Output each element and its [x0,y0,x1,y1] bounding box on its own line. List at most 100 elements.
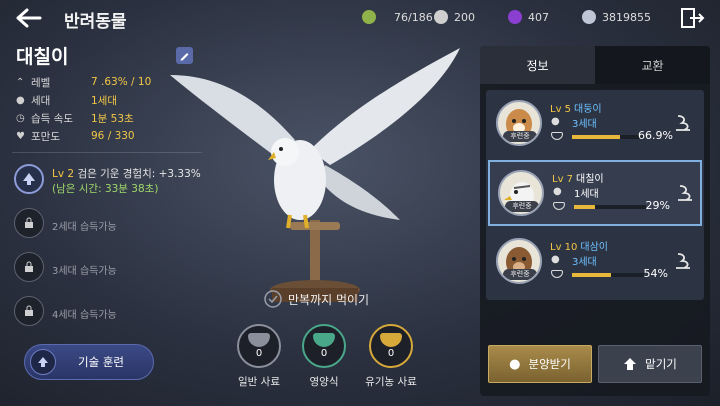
feed-item-nutrition[interactable]: 0 영양식 [298,324,350,389]
skill-active-desc: Lv 2 검은 기운 경험치: +3.33% [52,166,201,181]
pet-card-level: Lv 5 대둥이 [550,104,602,115]
stat-label: 포만도 [31,130,60,143]
satiety-percent: 54% [643,267,668,280]
pet-card-generation: 3세대 [572,257,597,268]
skill-locked-label: 4세대 습득가능 [52,310,117,321]
divider [12,152,202,153]
skill-slot-locked[interactable] [14,296,44,326]
resource-currency: 3819855 [582,9,651,25]
skill-level: Lv 2 [52,168,75,180]
food-bowl-icon [248,333,270,347]
lock-icon [25,305,33,316]
stat-level: ⌃ 레벨 7 .63% / 10 [16,74,151,90]
resource-value: 76/186 [394,10,433,24]
stat-value: 1세대 [91,94,118,107]
paw-icon: ● [16,94,25,106]
skill-slot-locked[interactable] [14,208,44,238]
pet-name: 대칠이 [16,46,69,68]
feed-count: 0 [320,348,328,359]
feed-item-organic[interactable]: 0 유기농 사료 [365,324,417,389]
release-button[interactable] [672,112,694,134]
adopt-button[interactable]: ● 분양받기 [488,345,592,383]
skill-slot-active[interactable] [14,164,44,194]
resource-pet-slots: 76/186 [362,9,433,25]
stat-value: 7 .63% / 10 [91,76,152,88]
exit-door-icon [681,8,705,28]
release-icon [676,253,690,269]
satiety-fill [572,273,611,277]
training-tag: 후련중 [503,269,537,280]
back-arrow-icon [16,8,42,28]
level-icon: ⌃ [16,76,25,88]
resource-value: 407 [528,10,549,24]
skill-training-button[interactable]: 기술 훈련 [24,344,154,380]
feed-name: 유기농 사료 [365,376,417,388]
paw-icon: ● [551,254,560,265]
feed-name: 일반 사료 [238,376,280,388]
release-icon [678,185,692,201]
feed-count: 0 [255,348,263,359]
resource-silver: 200 [434,9,475,25]
deposit-button[interactable]: 맡기기 [598,345,702,383]
feed-count: 0 [387,348,395,359]
feed-slot: 0 [369,324,413,368]
training-up-icon [30,349,56,375]
satiety-fill [574,205,595,209]
pet-card-generation: 1세대 [574,189,599,200]
stat-satiety: ♥ 포만도 96 / 330 [16,128,135,144]
stat-generation: ● 세대 1세대 [16,92,117,108]
pet-slot-icon [362,10,376,24]
satiety-fill [572,135,621,139]
top-bar: 반려동물 76/186 200 407 3819855 [0,0,720,36]
skill-slot-locked[interactable] [14,252,44,282]
paw-icon: ● [553,186,562,197]
skill-locked-label: 3세대 습득가능 [52,266,117,277]
pet-card-selected[interactable]: 후련중 Lv 7 대칠이 ● 1세대 29% [488,160,702,226]
training-label: 기술 훈련 [78,355,124,369]
satiety-bar [574,205,646,209]
paw-icon: ● [509,356,521,372]
home-icon [624,358,637,370]
pet-card-level: Lv 10 대삼이 [550,242,609,253]
release-button[interactable] [674,182,696,204]
food-bowl-icon [380,333,402,347]
tab-exchange[interactable]: 교환 [595,46,710,84]
satiety-percent: 29% [645,199,670,212]
release-button[interactable] [672,250,694,272]
checkbox-icon [264,290,282,308]
release-icon [676,115,690,131]
pet-avatar: 후련중 [498,170,544,216]
satiety-bowl-icon [551,270,563,278]
pet-card[interactable]: 후련중 Lv 10 대삼이 ● 3세대 54% [488,230,702,296]
paw-icon: ● [551,116,560,127]
stat-speed: ◷ 습득 속도 1분 53초 [16,110,134,126]
silver-coin-icon [434,10,448,24]
adopt-label: 분양받기 [528,357,571,371]
skill-remaining-time: (남은 시간: 33분 38초) [52,183,159,195]
satiety-percent: 66.9% [638,129,673,142]
page-title: 반려동물 [64,12,127,32]
back-button[interactable] [14,6,44,30]
clock-icon: ◷ [16,112,25,124]
pet-card[interactable]: 후련중 Lv 5 대둥이 ● 3세대 66.9% [488,92,702,158]
training-tag: 후련중 [505,201,539,212]
exit-button[interactable] [678,6,706,30]
feed-until-full-toggle[interactable]: 만복까지 먹이기 [264,290,369,308]
deposit-label: 맡기기 [645,357,677,371]
heart-icon: ♥ [16,130,25,142]
feed-name: 영양식 [309,376,339,388]
feed-slot: 0 [302,324,346,368]
food-bowl-icon [313,333,335,347]
rename-button[interactable] [176,47,193,64]
skill-effect: 검은 기운 경험치: +3.33% [77,168,201,180]
training-tag: 후련중 [503,131,537,142]
stat-label: 습득 속도 [31,112,73,125]
tab-info[interactable]: 정보 [480,46,595,84]
pet-avatar: 후련중 [496,238,542,284]
satiety-bowl-icon [553,202,565,210]
stat-value: 96 / 330 [91,130,135,142]
feed-item-normal[interactable]: 0 일반 사료 [233,324,285,389]
lock-icon [25,261,33,272]
resource-gem: 407 [508,9,549,25]
lock-icon [25,217,33,228]
